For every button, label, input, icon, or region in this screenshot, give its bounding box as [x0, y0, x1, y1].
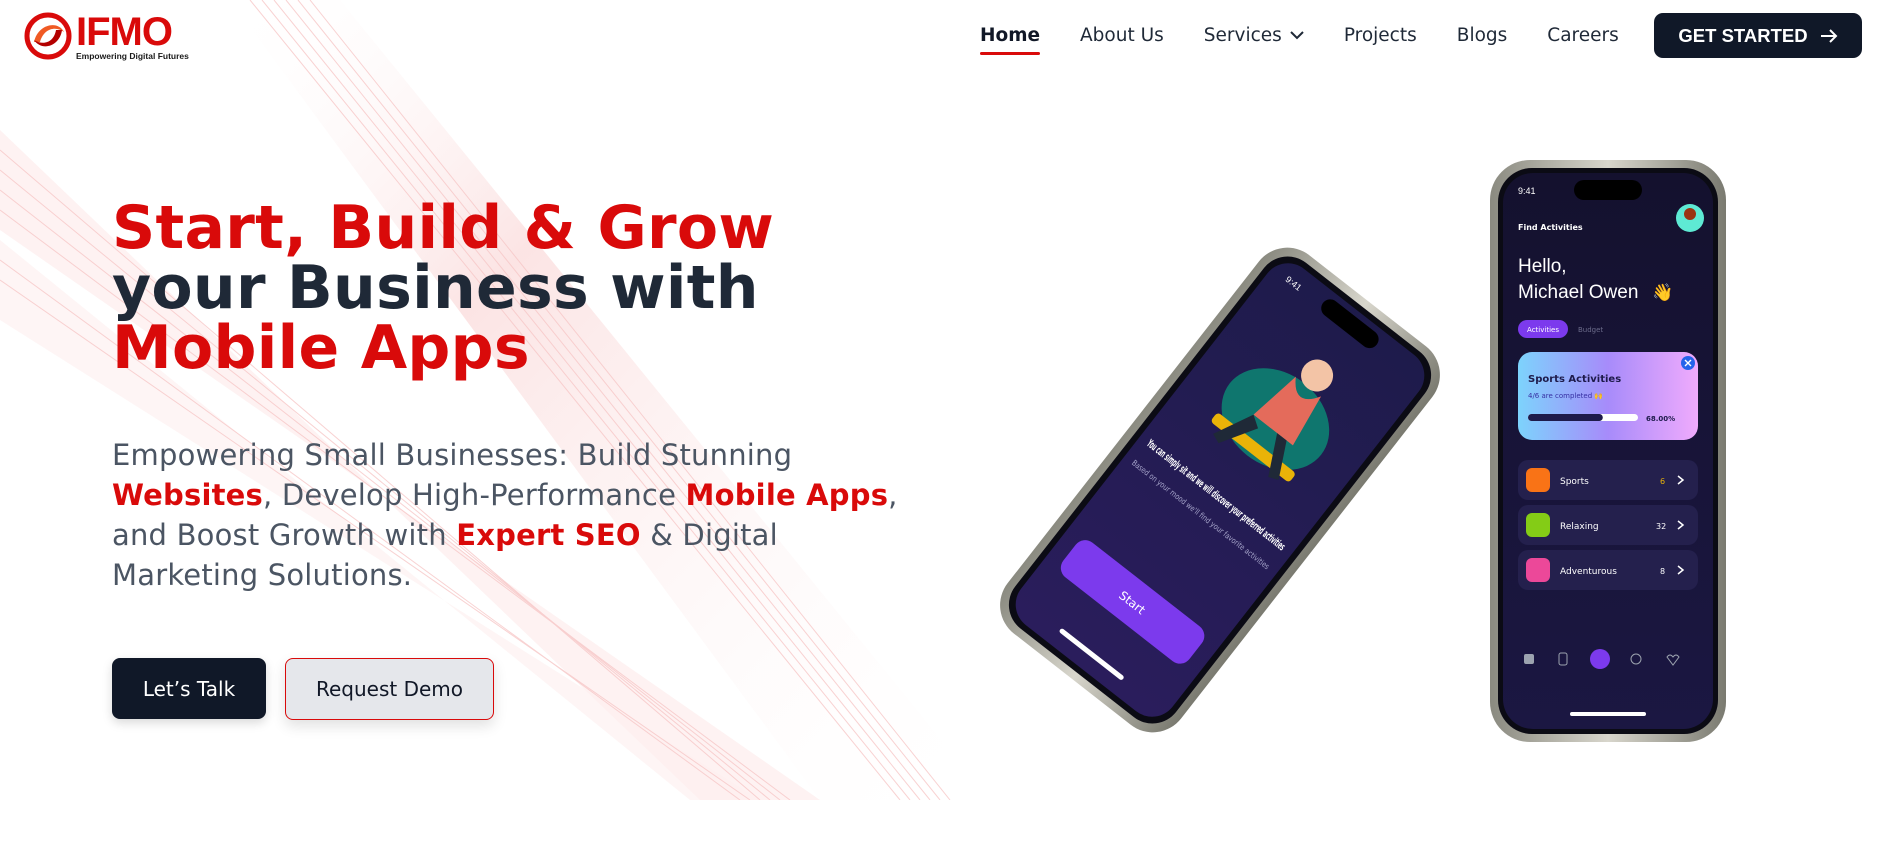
logo-name: IFMO: [76, 10, 173, 54]
activity-name: Adventurous: [1560, 567, 1617, 577]
right-status-time: 9:41: [1518, 186, 1536, 196]
activity-count: 32: [1656, 522, 1666, 531]
right-greeting-2: Michael Owen: [1518, 282, 1638, 303]
right-header: Find Activities: [1518, 223, 1583, 232]
request-demo-button[interactable]: Request Demo: [285, 658, 494, 720]
subtitle-text-1: Empowering Small Businesses: Build Stunn…: [112, 438, 793, 472]
nav-about-us[interactable]: About Us: [1080, 25, 1164, 46]
activity-row: Sports 6: [1518, 460, 1698, 500]
hero-title-line-2: your Business with: [112, 253, 759, 323]
logo-tagline: Empowering Digital Futures: [76, 51, 189, 61]
activity-name: Sports: [1560, 477, 1589, 487]
get-started-button[interactable]: GET STARTED: [1654, 13, 1862, 58]
activity-count: 6: [1660, 477, 1665, 486]
get-started-label: GET STARTED: [1678, 24, 1808, 46]
hero-subtitle: Empowering Small Businesses: Build Stunn…: [112, 435, 932, 595]
subtitle-text-2: , Develop High-Performance: [262, 478, 677, 512]
card-progress-label: 68.00%: [1646, 415, 1675, 423]
logo[interactable]: IFMO Empowering Digital Futures: [24, 10, 194, 61]
subtitle-highlight-expert-seo: Expert SEO: [456, 518, 641, 552]
logo-swirl-icon: [24, 12, 72, 60]
hero-title-line-1: Start, Build & Grow: [112, 193, 775, 263]
right-tab-activities: Activities: [1527, 326, 1559, 334]
lets-talk-button[interactable]: Let’s Talk: [112, 658, 266, 719]
card-progress-fill: [1528, 414, 1603, 421]
phone-right: 9:41 Find Activities Hello, Michael Owen…: [1490, 160, 1726, 742]
nav-services-label: Services: [1203, 24, 1282, 46]
card-title: Sports Activities: [1528, 374, 1621, 385]
activity-row: Adventurous 8: [1518, 550, 1698, 590]
activity-count: 8: [1660, 567, 1665, 576]
hero-title: Start, Build & Grow your Business with M…: [112, 198, 774, 378]
card-subtitle: 4/6 are completed 🙌: [1528, 391, 1603, 400]
right-tab-budget: Budget: [1578, 326, 1603, 334]
nav-home[interactable]: Home: [980, 25, 1041, 55]
nav-services[interactable]: Services: [1204, 25, 1304, 46]
arrow-right-icon: [1820, 28, 1837, 43]
nav-careers[interactable]: Careers: [1547, 25, 1618, 46]
activity-row: Relaxing 32: [1518, 505, 1698, 545]
chevron-down-icon: [1290, 30, 1304, 40]
hero-title-line-3: Mobile Apps: [112, 313, 530, 383]
nav-blogs[interactable]: Blogs: [1457, 25, 1508, 46]
activity-name: Relaxing: [1560, 522, 1599, 532]
subtitle-highlight-mobile-apps: Mobile Apps: [685, 478, 889, 512]
phones-illustration: 9:41 You can simply sit and we will disc…: [1000, 160, 1726, 742]
wave-emoji: 👋: [1652, 283, 1673, 303]
subtitle-highlight-websites: Websites: [112, 478, 263, 512]
main-nav: Home About Us Services Projects Blogs Ca…: [980, 0, 1659, 70]
nav-projects[interactable]: Projects: [1344, 25, 1417, 46]
grid-icon: [1524, 654, 1534, 664]
home-dot-icon: [1590, 649, 1610, 669]
right-greeting-1: Hello,: [1518, 256, 1567, 277]
phone-left: 9:41 You can simply sit and we will disc…: [1000, 247, 1440, 733]
